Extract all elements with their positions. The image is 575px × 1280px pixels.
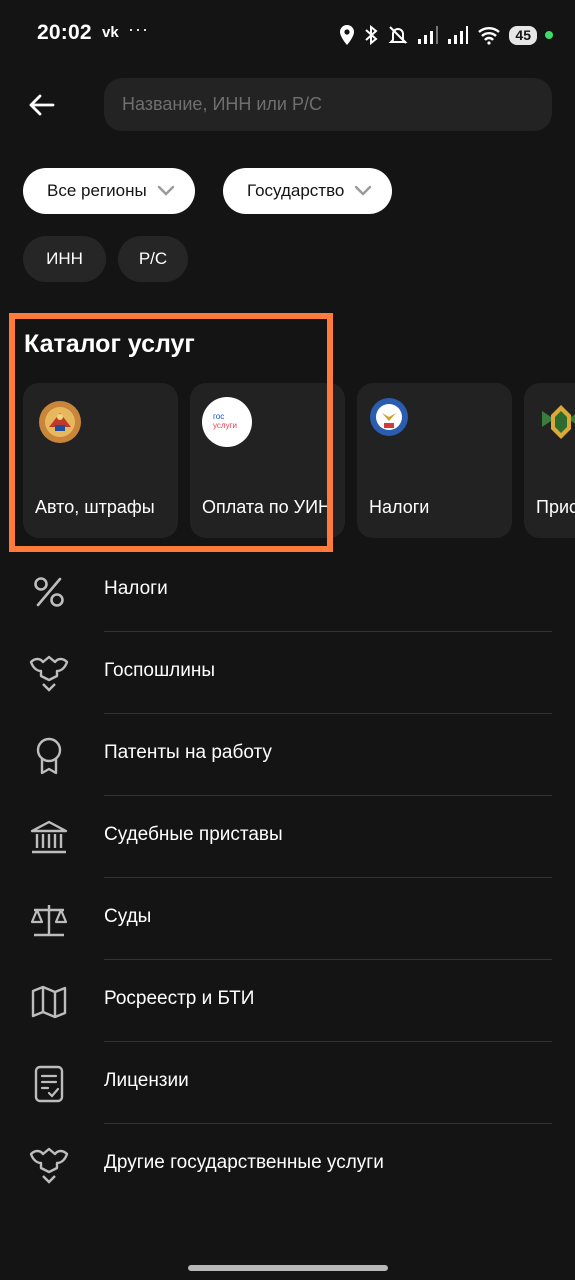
catalog-title: Каталог услуг [24, 330, 195, 358]
service-item-other[interactable]: Другие государственные услуги [0, 1124, 575, 1206]
service-label: Другие государственные услуги [104, 1152, 384, 1173]
signal-1-icon [418, 26, 439, 44]
service-label: Лицензии [104, 1070, 189, 1091]
tax-service-emblem-icon [370, 398, 408, 436]
catalog-carousel[interactable]: Авто, штрафы гос услуги Оплата по УИН На… [23, 383, 575, 538]
service-label: Росреестр и БТИ [104, 988, 255, 1009]
vk-notification-icon: vk [102, 24, 119, 41]
more-notifications-icon: ··· [128, 19, 149, 39]
scales-icon [26, 898, 72, 942]
mute-icon [389, 26, 408, 44]
percent-icon [26, 570, 72, 614]
chevron-down-icon [157, 185, 174, 196]
courthouse-icon [26, 816, 72, 860]
account-tag-label: Р/С [138, 249, 168, 268]
region-filter-dropdown[interactable]: Все регионы [23, 168, 195, 214]
privacy-indicator-icon [545, 31, 553, 39]
eagle-emblem-icon [26, 652, 72, 696]
service-label: Патенты на работу [104, 742, 272, 763]
inn-tag-label: ИНН [46, 249, 83, 268]
service-label: Суды [104, 906, 152, 927]
svg-text:услуги: услуги [213, 421, 237, 430]
back-button[interactable] [24, 88, 58, 122]
battery-icon: 45 [509, 25, 537, 45]
home-indicator[interactable] [188, 1265, 388, 1271]
chevron-down-icon [355, 185, 372, 196]
service-label: Госпошлины [104, 660, 216, 681]
document-check-icon [26, 1062, 72, 1106]
catalog-card-taxes[interactable]: Налоги [357, 383, 512, 538]
services-list: Налоги Госпошлины Патенты на работу Суде… [0, 550, 575, 1206]
eagle-emblem-icon [26, 1144, 72, 1188]
svg-text:гос: гос [213, 412, 224, 421]
gosuslugi-logo-icon: гос услуги [202, 397, 252, 447]
service-item-taxes[interactable]: Налоги [0, 550, 575, 632]
signal-2-icon [448, 26, 469, 44]
catalog-card-label: Прис [536, 497, 575, 517]
bluetooth-icon [365, 24, 378, 46]
service-label: Судебные приставы [104, 824, 283, 845]
category-filter-label: Государство [247, 181, 345, 200]
status-time: 20:02 [37, 21, 92, 44]
service-item-state-duties[interactable]: Госпошлины [0, 632, 575, 714]
catalog-card-uin-payment[interactable]: гос услуги Оплата по УИН [190, 383, 345, 538]
status-bar: 20:02 vk ··· 45 [0, 0, 575, 68]
service-item-bailiffs[interactable]: Судебные приставы [0, 796, 575, 878]
location-icon [340, 25, 355, 45]
service-item-work-patents[interactable]: Патенты на работу [0, 714, 575, 796]
map-icon [26, 980, 72, 1024]
catalog-card-label: Авто, штрафы [35, 497, 155, 517]
catalog-card-label: Налоги [369, 497, 430, 517]
catalog-card-label: Оплата по УИН [202, 497, 332, 517]
catalog-card-auto-fines[interactable]: Авто, штрафы [23, 383, 178, 538]
traffic-police-emblem-icon [39, 401, 81, 443]
wifi-icon [478, 27, 501, 45]
category-filter-dropdown[interactable]: Государство [223, 168, 393, 214]
award-badge-icon [26, 734, 72, 778]
inn-tag-button[interactable]: ИНН [23, 236, 106, 282]
region-filter-label: Все регионы [47, 181, 147, 200]
search-input[interactable] [122, 94, 552, 115]
service-item-courts[interactable]: Суды [0, 878, 575, 960]
bailiffs-emblem-icon [542, 405, 575, 439]
service-item-rosreestr[interactable]: Росреестр и БТИ [0, 960, 575, 1042]
arrow-left-icon [29, 94, 55, 116]
status-icons: 45 [339, 22, 553, 48]
search-field[interactable] [104, 78, 552, 131]
catalog-card-bailiffs[interactable]: Прис [524, 383, 575, 538]
account-tag-button[interactable]: Р/С [118, 236, 188, 282]
service-label: Налоги [104, 578, 168, 599]
service-item-licenses[interactable]: Лицензии [0, 1042, 575, 1124]
